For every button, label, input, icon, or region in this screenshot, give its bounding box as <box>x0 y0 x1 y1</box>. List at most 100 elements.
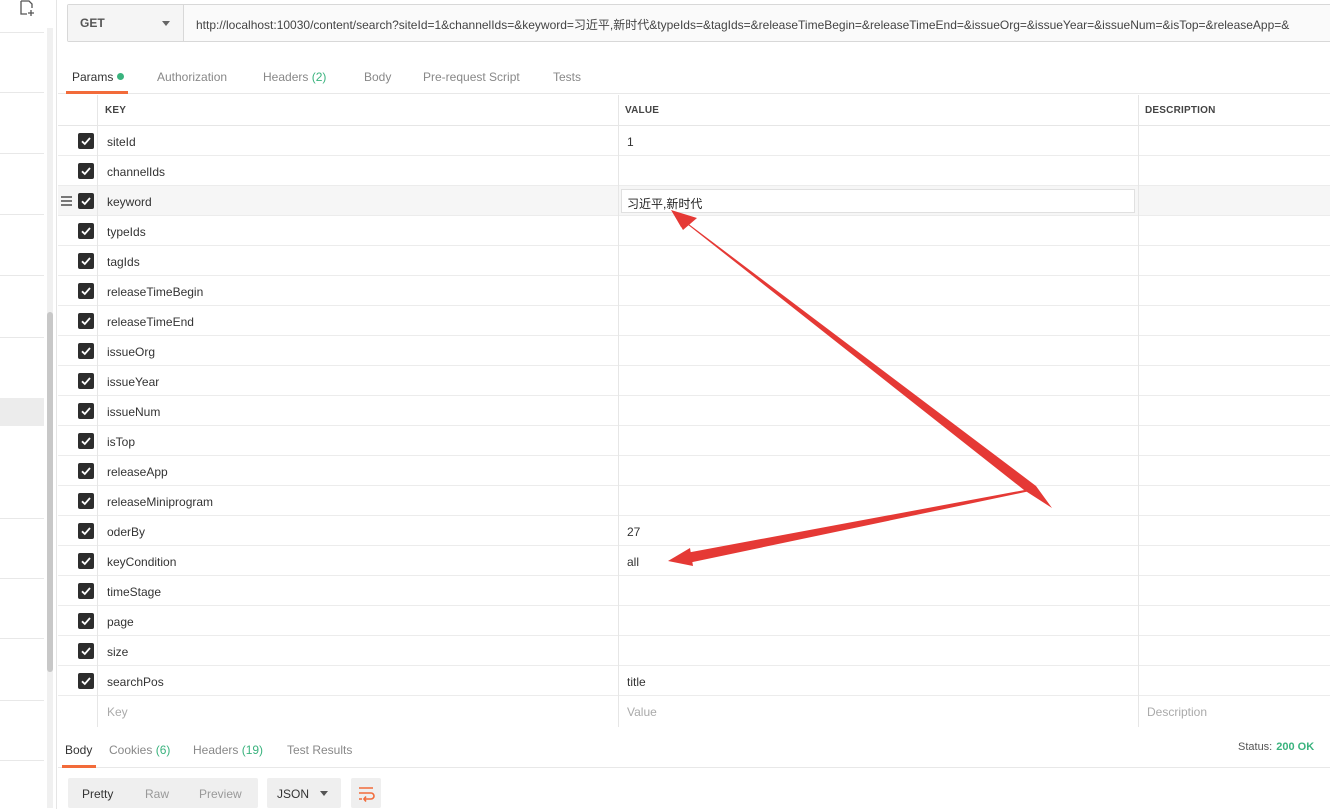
param-key[interactable]: releaseMiniprogram <box>107 495 213 509</box>
checkmark-icon <box>81 377 91 386</box>
param-key[interactable]: oderBy <box>107 525 145 539</box>
param-row: keyword 习近平,新时代 <box>58 186 1330 216</box>
new-description-input[interactable]: Description <box>1147 705 1207 719</box>
column-header-value: VALUE <box>625 105 660 116</box>
param-row: timeStage <box>58 576 1330 606</box>
view-raw-button[interactable]: Raw <box>145 787 169 801</box>
sidebar-divider <box>0 760 44 761</box>
tab-tests[interactable]: Tests <box>553 70 581 84</box>
sidebar-scrollbar-thumb[interactable] <box>47 312 53 672</box>
response-cookies-count: (6) <box>155 743 171 757</box>
new-key-input[interactable]: Key <box>107 705 128 719</box>
checkmark-icon <box>81 587 91 596</box>
param-value[interactable]: 27 <box>627 525 640 539</box>
tab-params[interactable]: Params <box>72 70 125 84</box>
params-active-dot-icon <box>117 73 125 80</box>
param-enabled-checkbox[interactable] <box>78 283 94 299</box>
param-key[interactable]: issueYear <box>107 375 159 389</box>
active-response-tab-indicator <box>62 765 96 768</box>
column-header-key: KEY <box>105 105 127 116</box>
param-key[interactable]: releaseApp <box>107 465 168 479</box>
param-key[interactable]: siteId <box>107 135 136 149</box>
tab-body[interactable]: Body <box>364 70 391 84</box>
view-pretty-button[interactable]: Pretty <box>82 787 113 801</box>
param-enabled-checkbox[interactable] <box>78 343 94 359</box>
param-enabled-checkbox[interactable] <box>78 493 94 509</box>
response-tab-headers[interactable]: Headers (19) <box>193 743 263 757</box>
request-tabs: Params Authorization Headers (2) Body Pr… <box>58 62 1330 94</box>
param-key[interactable]: isTop <box>107 435 135 449</box>
wrap-lines-button[interactable] <box>351 778 381 808</box>
param-key[interactable]: page <box>107 615 134 629</box>
response-tabs: Body Cookies (6) Headers (19) Test Resul… <box>58 732 1330 768</box>
param-enabled-checkbox[interactable] <box>78 373 94 389</box>
param-enabled-checkbox[interactable] <box>78 553 94 569</box>
param-enabled-checkbox[interactable] <box>78 643 94 659</box>
param-enabled-checkbox[interactable] <box>78 673 94 689</box>
sidebar-divider <box>0 275 44 276</box>
param-enabled-checkbox[interactable] <box>78 403 94 419</box>
checkmark-icon <box>81 287 91 296</box>
param-enabled-checkbox[interactable] <box>78 433 94 449</box>
new-tab-icon[interactable] <box>19 0 35 16</box>
tab-prerequest-script[interactable]: Pre-request Script <box>423 70 520 84</box>
param-enabled-checkbox[interactable] <box>78 193 94 209</box>
method-select[interactable]: GET <box>68 5 184 41</box>
param-key[interactable]: timeStage <box>107 585 161 599</box>
drag-handle-icon[interactable] <box>61 196 72 206</box>
param-key[interactable]: searchPos <box>107 675 164 689</box>
param-row: releaseTimeEnd <box>58 306 1330 336</box>
param-key[interactable]: typeIds <box>107 225 146 239</box>
param-key[interactable]: channelIds <box>107 165 165 179</box>
tab-authorization[interactable]: Authorization <box>157 70 227 84</box>
sidebar-divider <box>0 153 44 154</box>
checkmark-icon <box>81 137 91 146</box>
status-value: 200 OK <box>1276 741 1315 753</box>
param-key[interactable]: issueNum <box>107 405 160 419</box>
param-enabled-checkbox[interactable] <box>78 253 94 269</box>
tab-headers[interactable]: Headers (2) <box>263 70 326 84</box>
param-key[interactable]: size <box>107 645 128 659</box>
checkmark-icon <box>81 677 91 686</box>
response-tab-cookies[interactable]: Cookies (6) <box>109 743 170 757</box>
param-enabled-checkbox[interactable] <box>78 223 94 239</box>
url-input[interactable]: http://localhost:10030/content/search?si… <box>196 16 1289 33</box>
param-row: siteId 1 <box>58 126 1330 156</box>
param-key[interactable]: tagIds <box>107 255 140 269</box>
param-enabled-checkbox[interactable] <box>78 313 94 329</box>
param-key[interactable]: releaseTimeEnd <box>107 315 194 329</box>
param-enabled-checkbox[interactable] <box>78 583 94 599</box>
wrap-lines-icon <box>359 787 375 802</box>
checkmark-icon <box>81 467 91 476</box>
new-value-input[interactable]: Value <box>627 705 657 719</box>
param-value[interactable]: all <box>627 555 639 569</box>
param-key[interactable]: keyword <box>107 195 152 209</box>
tab-params-label: Params <box>72 70 114 84</box>
sidebar-divider <box>0 518 44 519</box>
checkmark-icon <box>81 527 91 536</box>
param-enabled-checkbox[interactable] <box>78 463 94 479</box>
param-key[interactable]: issueOrg <box>107 345 155 359</box>
param-row: channelIds <box>58 156 1330 186</box>
format-select[interactable]: JSON <box>267 778 341 808</box>
param-key[interactable]: keyCondition <box>107 555 176 569</box>
param-enabled-checkbox[interactable] <box>78 523 94 539</box>
response-tab-test-results[interactable]: Test Results <box>287 743 352 757</box>
param-row: oderBy 27 <box>58 516 1330 546</box>
param-value[interactable]: 1 <box>627 135 634 149</box>
tab-headers-count: (2) <box>311 70 327 84</box>
checkmark-icon <box>81 317 91 326</box>
view-preview-button[interactable]: Preview <box>199 787 242 801</box>
param-enabled-checkbox[interactable] <box>78 163 94 179</box>
param-enabled-checkbox[interactable] <box>78 133 94 149</box>
sidebar-item-selected[interactable] <box>0 398 44 426</box>
param-key[interactable]: releaseTimeBegin <box>107 285 203 299</box>
param-value-input[interactable]: 习近平,新时代 <box>621 189 1135 213</box>
param-enabled-checkbox[interactable] <box>78 613 94 629</box>
response-status: Status: 200 OK <box>1238 741 1314 753</box>
view-mode-segmented: Pretty Raw Preview <box>68 778 258 808</box>
sidebar-divider <box>0 337 44 338</box>
response-tab-body[interactable]: Body <box>65 743 92 757</box>
active-tab-indicator <box>66 91 128 94</box>
param-value[interactable]: title <box>627 675 646 689</box>
